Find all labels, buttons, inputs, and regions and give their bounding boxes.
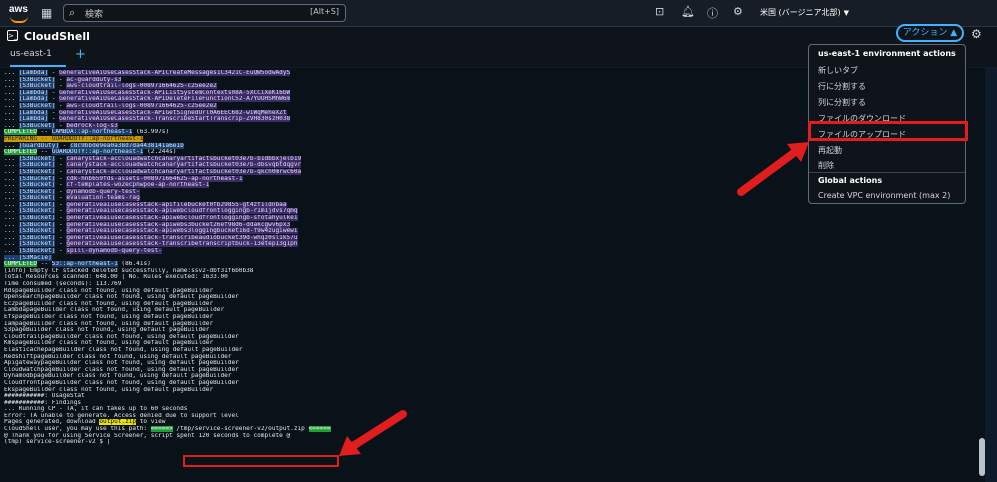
settings-icon[interactable]: ⚙	[733, 5, 743, 18]
terminal-line: IampageBuilder class not found, using de…	[4, 320, 214, 327]
terminal-line: @ Thank you for using Service Screener, …	[4, 432, 291, 439]
terminal-line: ... [S3Bucket] - generativeaiusecasessta…	[4, 228, 298, 235]
search-icon: ⌕	[69, 6, 76, 19]
terminal-line: ... [S3Bucket] - generativeaiusecasessta…	[4, 215, 298, 222]
terminal-line: ElasticachepageBuilder class not found, …	[4, 346, 243, 353]
actions-button[interactable]: アクション ▲	[896, 24, 964, 42]
scrollbar-thumb[interactable]	[979, 438, 985, 476]
menu-section-global-actions: Global actions	[818, 176, 883, 185]
chevron-down-icon: ▼	[843, 9, 850, 17]
terminal-line: CloudtrailpageBuilder class not found, u…	[4, 333, 239, 340]
terminal-line: DynamodbpageBuilder class not found, usi…	[4, 373, 232, 380]
services-grid-icon[interactable]: ▦	[41, 6, 55, 20]
terminal-line: RdspageBuilder class not found, using de…	[4, 287, 214, 294]
region-selector[interactable]: 米国 (バージニア北部) ▼	[760, 7, 849, 18]
terminal-line: LambdapageBuilder class not found, using…	[4, 307, 225, 314]
terminal-line: CloudfrontpageBuilder class not found, u…	[4, 379, 239, 386]
terminal-line: [info] Empty CF stacked deleted successf…	[4, 267, 254, 274]
terminal-scrollbar[interactable]	[978, 68, 985, 482]
terminal-line: (tmp) service-screener-v2 $ |	[4, 439, 111, 446]
terminal-line: Pages generated, download output.zip to …	[4, 419, 166, 426]
terminal-line: OpensearchpageBuilder class not found, u…	[4, 294, 239, 301]
search-placeholder: 検索	[85, 10, 104, 20]
menu-item-new-tab[interactable]: 新しいタブ	[818, 65, 858, 76]
terminal-line: ###########: Findings	[4, 399, 82, 406]
bell-icon[interactable]: 🔔︎	[681, 5, 695, 18]
terminal-line: EfspageBuilder class not found, using de…	[4, 313, 214, 320]
search-shortcut: [Alt+S]	[310, 7, 339, 16]
terminal-line: Error: TA unable to generate. Access den…	[4, 412, 239, 419]
terminal-line: CloudShell user, you may use this path: …	[4, 426, 331, 433]
terminal-line: CloudwatchpageBuilder class not found, u…	[4, 366, 239, 373]
terminal-line: ... [S3Bucket] - generativeaiusecasessta…	[4, 208, 298, 215]
menu-divider	[809, 172, 965, 173]
terminal-line: ... [S3Bucket] - generativeaiusecasessta…	[4, 234, 298, 241]
menu-item-split-rows[interactable]: 行に分割する	[818, 81, 866, 92]
top-navigation-bar: aws ▦ ⌕ 検索 [Alt+S] ⊡ 🔔︎ ⓘ ⚙ 米国 (バージニア北部)…	[0, 0, 997, 27]
terminal-line: EkspageBuilder class not found, using de…	[4, 386, 214, 393]
terminal-line: RedshiftpageBuilder class not found, usi…	[4, 353, 232, 360]
annotation-highlight-path	[183, 455, 339, 467]
terminal-line: ... [S3Macie]	[4, 254, 52, 261]
terminal-line: ... [S3Bucket] - spill-dynamodb-query-te…	[4, 248, 162, 255]
terminal-line: Ec2pageBuilder class not found, using de…	[4, 300, 214, 307]
annotation-arrow-upper	[737, 142, 809, 196]
terminal-line: ApigatewaypageBuilder class not found, u…	[4, 360, 239, 367]
terminal-line: ... Running CP - TA, it can takes up to …	[4, 406, 188, 413]
add-tab-icon[interactable]: +	[75, 47, 86, 62]
terminal-line: ###########: UsageStat	[4, 393, 85, 400]
menu-item-split-columns[interactable]: 列に分割する	[818, 97, 866, 108]
tab-us-east-1[interactable]: us-east-1	[10, 49, 52, 59]
terminal-line: KmspageBuilder class not found, using de…	[4, 340, 214, 347]
page-title: CloudShell	[24, 30, 90, 43]
terminal-icon: >_	[7, 30, 18, 41]
active-tab-indicator	[10, 65, 66, 67]
terminal-line: Total Resources scanned: 648.00 | No. Ru…	[4, 274, 228, 281]
terminal-line: ... [S3Bucket] - generativeaiusecasessta…	[4, 221, 291, 228]
terminal-line: COMPLETED -- S3::ap-northeast-1 (86.41s)	[4, 261, 151, 268]
terminal-line: Time consumed (seconds): 113.769	[4, 281, 122, 287]
annotation-highlight-upload	[808, 121, 968, 141]
help-icon[interactable]: ⓘ	[707, 5, 718, 21]
menu-item-delete[interactable]: 削除	[818, 160, 834, 171]
menu-section-environment-actions: us-east-1 environment actions	[818, 49, 956, 58]
aws-logo[interactable]: aws	[9, 4, 28, 23]
cloudshell-icon[interactable]: ⊡	[655, 5, 664, 18]
menu-item-create-vpc-environment[interactable]: Create VPC environment (max 2)	[818, 191, 950, 200]
search-input[interactable]: ⌕ 検索 [Alt+S]	[63, 4, 346, 22]
terminal-line: S3pageBuilder class not found, using def…	[4, 327, 210, 334]
terminal-line: ... [S3Bucket] - generativeaiusecasessta…	[4, 241, 298, 248]
menu-item-restart[interactable]: 再起動	[818, 145, 842, 156]
annotation-arrow-lower	[339, 410, 407, 456]
gear-icon[interactable]: ⚙	[971, 27, 982, 41]
